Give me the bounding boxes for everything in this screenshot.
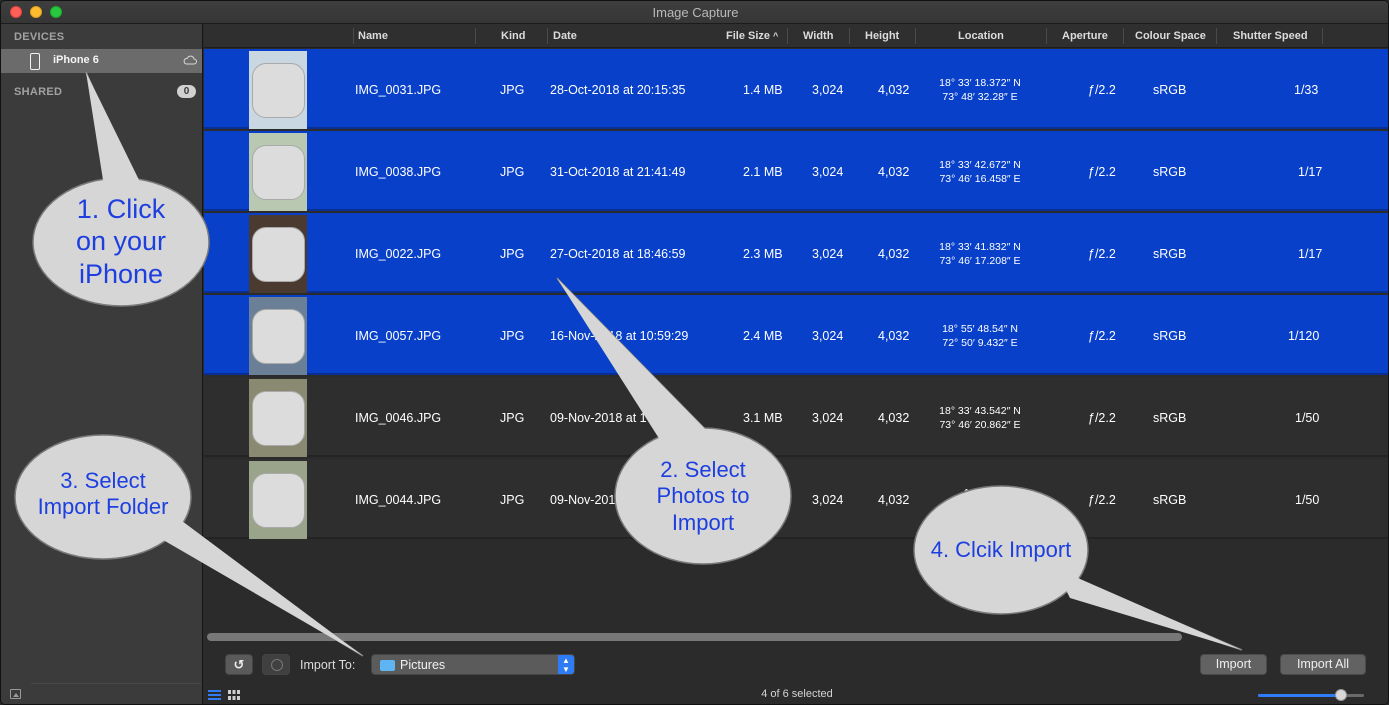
callout-4-line-1: 4. Clcik Import <box>930 537 1072 562</box>
